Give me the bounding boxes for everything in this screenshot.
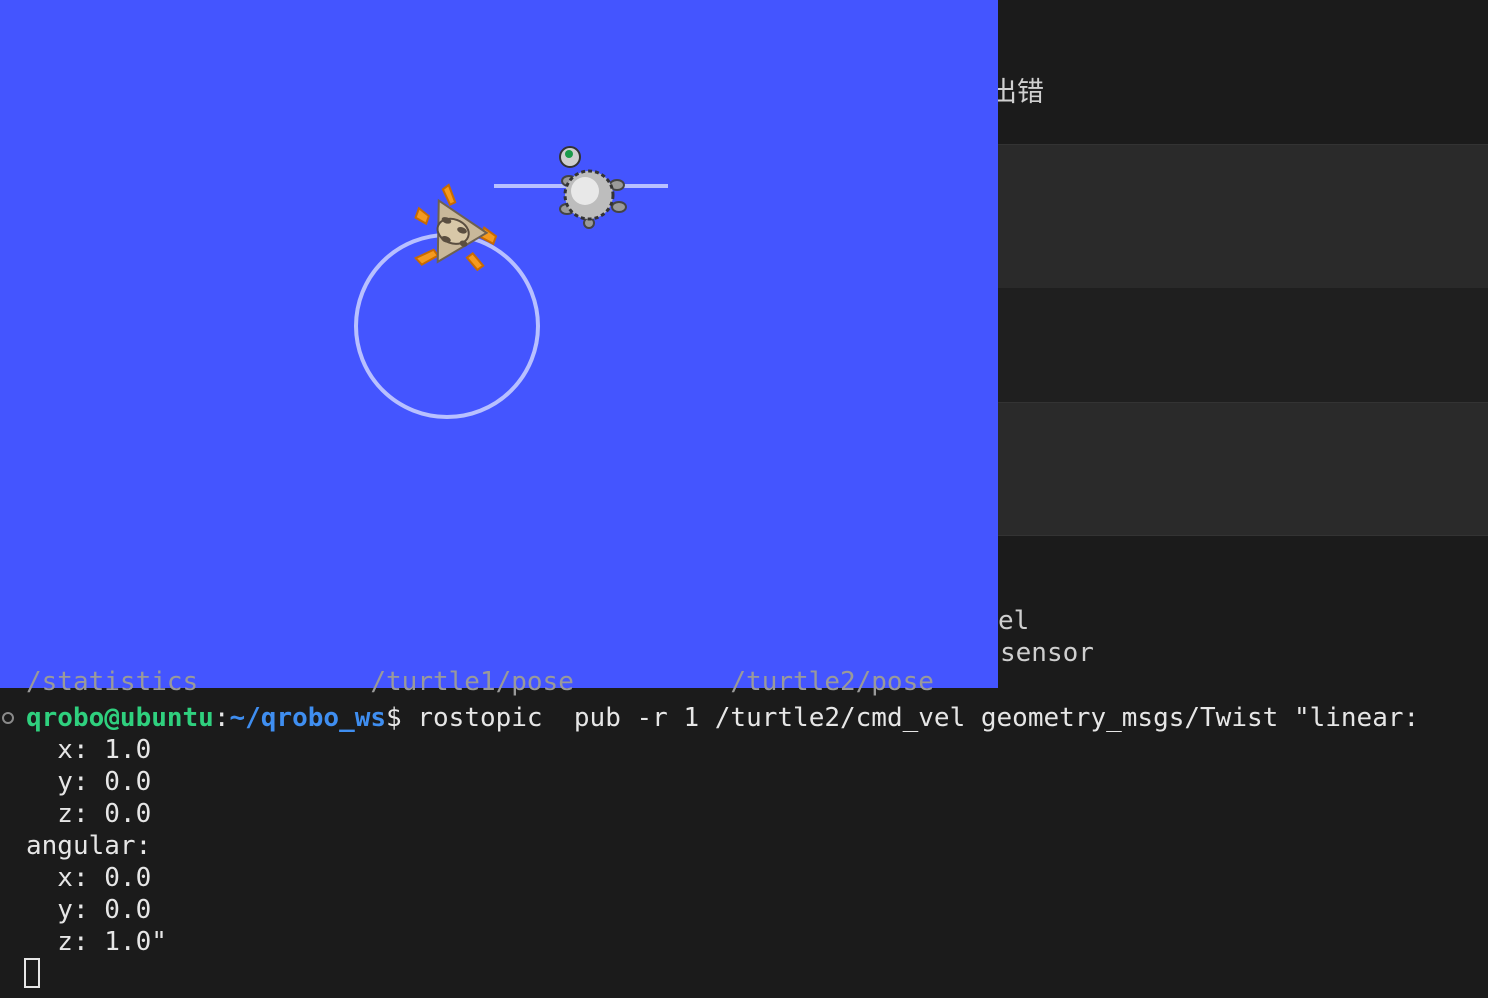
- command-status-icon: [2, 712, 14, 724]
- editor-panel-band: [998, 402, 1488, 536]
- grey-turtle-icon: [559, 146, 627, 229]
- terminal-prompt-line: qrobo@ubuntu:~/qrobo_ws$ rostopic pub -r…: [26, 702, 1419, 734]
- editor-panel-band: [998, 144, 1488, 290]
- editor-partial-text: el: [998, 606, 1030, 636]
- prompt-separator: :: [213, 703, 230, 733]
- prompt-user-host: qrobo@ubuntu: [26, 703, 214, 733]
- terminal-output-line: angular:: [26, 831, 152, 861]
- orange-turtle-icon: [414, 183, 498, 272]
- prompt-symbol: $: [386, 703, 418, 733]
- terminal-output-line: z: 0.0: [26, 799, 152, 829]
- terminal-previous-output: /statistics /turtle1/pose /turtle2/pose: [26, 667, 934, 697]
- editor-panel-band: [998, 288, 1488, 402]
- prompt-path: ~/qrobo_ws: [229, 703, 387, 733]
- terminal-panel[interactable]: /statistics /turtle1/pose /turtle2/pose …: [0, 667, 1488, 998]
- terminal-output-line: y: 0.0: [26, 767, 152, 797]
- terminal-output-line: z: 1.0": [26, 927, 167, 957]
- terminal-command: rostopic pub -r 1 /turtle2/cmd_vel geome…: [417, 703, 1420, 733]
- terminal-output-line: x: 1.0: [26, 735, 152, 765]
- terminal-output-line: x: 0.0: [26, 863, 152, 893]
- terminal-cursor[interactable]: [24, 958, 40, 988]
- editor-partial-heading: 出错: [990, 77, 1044, 108]
- terminal-output-line: y: 0.0: [26, 895, 152, 925]
- turtlesim-canvas[interactable]: [0, 0, 998, 688]
- editor-partial-text: sensor: [1000, 638, 1094, 668]
- turtle1-trail-circle: [354, 233, 540, 419]
